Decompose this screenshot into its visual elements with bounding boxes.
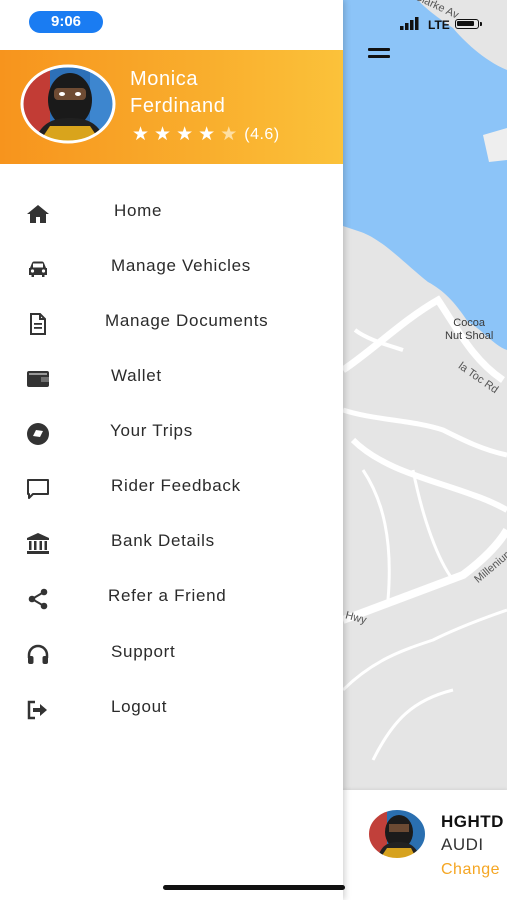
share-icon (28, 588, 48, 610)
menu-item-manage-documents[interactable]: Manage Documents (0, 303, 343, 343)
menu-label: Wallet (111, 366, 162, 385)
profile-name: Monica Ferdinand (130, 68, 226, 117)
menu-item-your-trips[interactable]: Your Trips (0, 413, 343, 453)
change-vehicle-link[interactable]: Change (441, 861, 500, 879)
star-empty-icon: ★ (220, 124, 238, 145)
cellular-signal-icon (400, 17, 419, 30)
menu-label: Manage Vehicles (111, 256, 251, 275)
hamburger-menu-icon[interactable] (368, 48, 390, 64)
menu-label: Bank Details (111, 531, 215, 550)
vehicle-card: HGHTD AUDI Change (343, 790, 507, 900)
network-type: LTE (428, 18, 450, 32)
map-canvas (343, 0, 507, 761)
menu-label: Logout (111, 697, 168, 716)
battery-icon (455, 19, 482, 29)
map-label-cocoa-nut-shoal: Cocoa Nut Shoal (445, 317, 494, 342)
menu-item-support[interactable]: Support (0, 634, 343, 674)
menu-item-home[interactable]: Home (0, 193, 343, 233)
menu-item-wallet[interactable]: Wallet (0, 358, 343, 398)
vehicle-plate: HGHTD (441, 812, 504, 831)
vehicle-model: AUDI (441, 835, 484, 854)
menu-label: Your Trips (110, 421, 193, 440)
headphones-icon (27, 644, 49, 664)
menu-label: Rider Feedback (111, 476, 241, 495)
menu-label: Home (114, 201, 163, 220)
menu-label: Manage Documents (105, 311, 269, 330)
bank-icon (27, 533, 49, 554)
feedback-icon (27, 479, 49, 499)
star-icon: ★ (132, 124, 150, 145)
profile-avatar[interactable] (20, 64, 116, 144)
menu-item-rider-feedback[interactable]: Rider Feedback (0, 468, 343, 508)
menu-item-refer-a-friend[interactable]: Refer a Friend (0, 578, 343, 618)
car-icon (29, 261, 47, 277)
wallet-icon (27, 371, 49, 387)
rating-value: (4.6) (244, 125, 280, 143)
star-icon: ★ (154, 124, 172, 145)
menu-label: Refer a Friend (108, 586, 227, 605)
driver-rating: ★ ★ ★ ★ ★ (4.6) (132, 125, 280, 144)
star-icon: ★ (176, 124, 194, 145)
profile-header[interactable]: Monica Ferdinand ★ ★ ★ ★ ★ (4.6) (0, 50, 343, 164)
navigation-drawer: 9:06 Monica Ferdinand ★ ★ ★ ★ ★ (4.6) Ho… (0, 0, 343, 900)
logout-icon (27, 700, 47, 720)
home-icon (27, 205, 49, 223)
home-indicator[interactable] (163, 885, 345, 890)
status-time: 9:06 (29, 11, 103, 33)
trips-icon (27, 423, 49, 445)
document-icon (30, 313, 46, 335)
menu-item-bank-details[interactable]: Bank Details (0, 523, 343, 563)
menu-label: Support (111, 642, 176, 661)
menu-item-logout[interactable]: Logout (0, 689, 343, 729)
driver-avatar (367, 808, 427, 860)
star-icon: ★ (198, 124, 216, 145)
menu-item-manage-vehicles[interactable]: Manage Vehicles (0, 248, 343, 288)
map-view[interactable]: Clarke Av Cocoa Nut Shoal la Toc Rd Mill… (343, 0, 507, 790)
